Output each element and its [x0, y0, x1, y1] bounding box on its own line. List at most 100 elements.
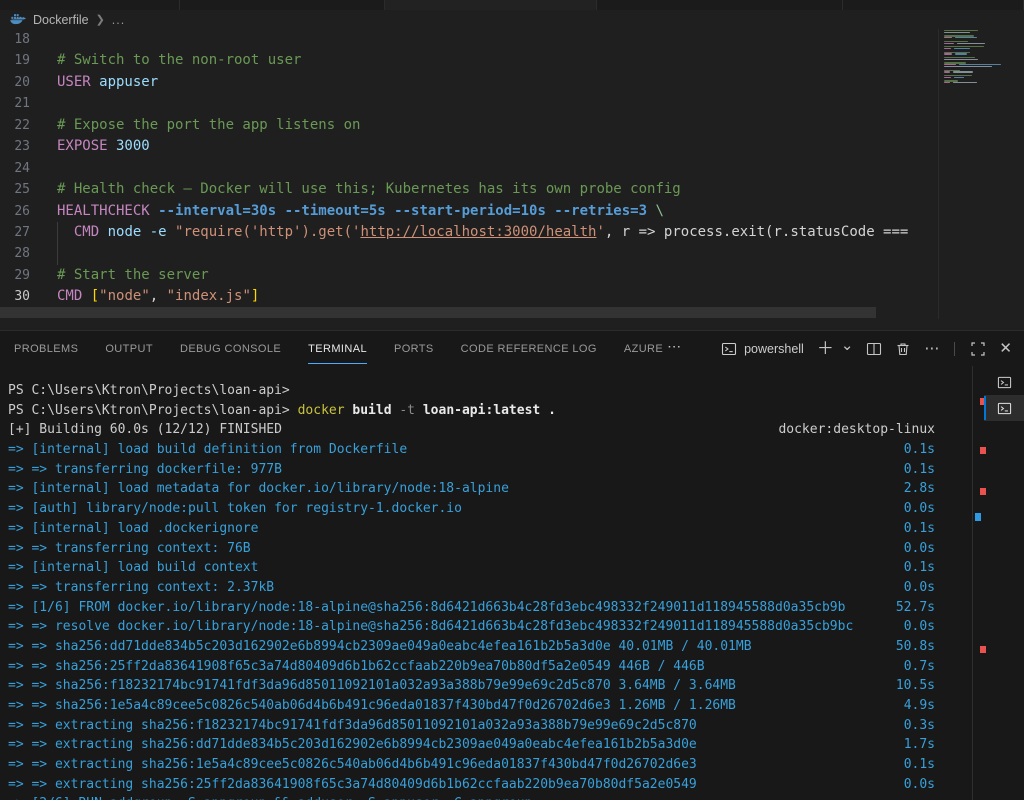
minimap[interactable] — [942, 30, 1024, 320]
editor-line[interactable]: 23EXPOSE 3000 — [0, 136, 938, 157]
maximize-panel-icon[interactable] — [970, 341, 986, 357]
panel-header: PROBLEMS OUTPUT DEBUG CONSOLE TERMINAL PORTS… — [0, 331, 1024, 366]
code-text: HEALTHCHECK --interval=30s --timeout=5s … — [57, 201, 664, 222]
editor-minimap-divider — [938, 29, 939, 319]
new-terminal-button[interactable]: ＋ — [817, 341, 834, 357]
minimap-line — [953, 71, 973, 72]
editor-line[interactable]: 26HEALTHCHECK --interval=30s --timeout=5… — [0, 201, 938, 222]
minimap-line — [944, 77, 951, 78]
terminal-row-duration: 0.3s — [904, 716, 935, 736]
terminal-row-duration: 0.1s — [904, 460, 935, 480]
editor-tab[interactable] — [180, 0, 385, 10]
panel-tab-ports[interactable]: PORTS — [394, 333, 434, 364]
terminal-shell-button[interactable]: powershell — [721, 341, 804, 357]
editor-line[interactable]: 29 # Start the server — [0, 265, 938, 286]
panel-more-actions-icon[interactable]: ⋯ — [924, 341, 939, 357]
divider — [954, 342, 955, 356]
line-number: 19 — [0, 50, 30, 71]
line-number: 22 — [0, 115, 30, 136]
panel-tab-code-reference-log[interactable]: CODE REFERENCE LOG — [461, 333, 597, 364]
line-number: 29 — [0, 265, 30, 286]
code-text: # Start the server — [57, 265, 209, 286]
terminal-row-text: => => sha256:25ff2da83641908f65c3a74d804… — [8, 657, 904, 677]
minimap-line — [944, 66, 992, 67]
scrollbar-thumb[interactable] — [0, 307, 876, 318]
terminal-segment: => [auth] library/node:pull token for re… — [8, 501, 462, 516]
editor-line[interactable]: 30CMD ["node", "index.js"] — [0, 286, 938, 307]
panel-tab-azure[interactable]: AZURE — [624, 333, 663, 364]
scrollbar-marker-blue — [975, 513, 981, 521]
terminal-session-item-active[interactable] — [984, 395, 1024, 421]
panel-tab-problems[interactable]: PROBLEMS — [14, 333, 78, 364]
terminal-segment: => => transferring dockerfile: 977B — [8, 462, 282, 477]
minimap-line — [957, 43, 985, 44]
breadcrumb-file[interactable]: Dockerfile — [33, 13, 89, 27]
terminal-row: => => sha256:25ff2da83641908f65c3a74d804… — [8, 657, 935, 677]
breadcrumb-more[interactable]: ... — [112, 13, 125, 27]
panel-tab-debug-console[interactable]: DEBUG CONSOLE — [180, 333, 281, 364]
code-text: CMD node -e "require('http').get('http:/… — [57, 222, 908, 243]
terminal-row-duration: 0.0s — [904, 499, 935, 519]
close-panel-icon[interactable]: ✕ — [999, 341, 1012, 357]
editor-tab-active[interactable] — [385, 0, 597, 10]
terminal-row: PS C:\Users\Ktron\Projects\loan-api> — [8, 381, 935, 401]
terminal-row-text: => => sha256:f18232174bc91741fdf3da96d85… — [8, 676, 896, 696]
terminal-row-text: => => sha256:dd71dde834b5c203d162902e6b8… — [8, 637, 896, 657]
panel-tab-output[interactable]: OUTPUT — [105, 333, 153, 364]
terminal-segment: => [internal] load metadata for docker.i… — [8, 481, 509, 496]
minimap-line — [944, 41, 968, 42]
code-segment: # Health check — Docker will use this; K… — [57, 181, 681, 197]
terminal-row: [+] Building 60.0s (12/12) FINISHEDdocke… — [8, 420, 935, 440]
terminal-row-text: => => sha256:1e5a4c89cee5c0826c540ab06d4… — [8, 696, 904, 716]
terminal-segment: -t — [392, 403, 415, 418]
terminal-row: => => extracting sha256:1e5a4c89cee5c082… — [8, 755, 935, 775]
kill-terminal-trash-icon[interactable] — [895, 341, 911, 357]
editor-tab[interactable] — [843, 0, 1024, 10]
code-segment: "node" — [99, 288, 150, 304]
code-segment: 3000 — [108, 138, 150, 154]
terminal-row-text: PS C:\Users\Ktron\Projects\loan-api> doc… — [8, 401, 935, 421]
code-text: # Expose the port the app listens on — [57, 115, 360, 136]
editor-line[interactable]: 21 — [0, 93, 938, 114]
more-panel-tabs-icon[interactable]: ⋯ — [667, 338, 681, 359]
terminal-session-item[interactable] — [984, 369, 1024, 395]
panel-tab-terminal[interactable]: TERMINAL — [308, 333, 367, 364]
code-text: # Switch to the non-root user — [57, 50, 301, 71]
terminal-output[interactable]: PS C:\Users\Ktron\Projects\loan-api> PS … — [8, 381, 935, 800]
minimap-line — [954, 77, 964, 78]
minimap-line — [944, 32, 970, 33]
editor-line[interactable]: 20USER appuser — [0, 72, 938, 93]
editor-line[interactable]: 22 # Expose the port the app listens on — [0, 115, 938, 136]
split-terminal-icon[interactable] — [866, 341, 882, 357]
line-number: 18 — [0, 29, 30, 50]
terminal-row-duration: 52.7s — [896, 598, 935, 618]
launch-profile-chevron-icon[interactable]: ⌄ — [841, 338, 854, 354]
code-segment: CMD — [74, 224, 99, 240]
terminal-segment: PS C:\Users\Ktron\Projects\loan-api> — [8, 383, 298, 398]
terminal-segment: => [internal] load build context — [8, 560, 258, 575]
terminal-sessions-list — [984, 369, 1024, 421]
editor-line[interactable]: 27 CMD node -e "require('http').get('htt… — [0, 222, 938, 243]
editor-line[interactable]: 28 — [0, 243, 938, 264]
code-text: EXPOSE 3000 — [57, 136, 150, 157]
terminal-row-text: => => extracting sha256:f18232174bc91741… — [8, 716, 904, 736]
terminal-row: => => extracting sha256:dd71dde834b5c203… — [8, 735, 935, 755]
editor-tab[interactable] — [0, 0, 180, 10]
editor-line[interactable]: 25# Health check — Docker will use this;… — [0, 179, 938, 200]
line-number: 24 — [0, 158, 30, 179]
terminal-segment: => => transferring context: 2.37kB — [8, 580, 274, 595]
terminal-segment: => => transferring context: 76B — [8, 541, 251, 556]
editor-horizontal-scrollbar[interactable] — [0, 307, 938, 318]
editor-tab[interactable] — [597, 0, 843, 10]
editor[interactable]: 1819 # Switch to the non-root user20USER … — [0, 29, 938, 319]
code-segment: "index.js" — [167, 288, 251, 304]
terminal-segment: => => extracting sha256:f18232174bc91741… — [8, 718, 697, 733]
terminal-row-text: => [internal] load build context — [8, 558, 904, 578]
editor-line[interactable]: 18 — [0, 29, 938, 50]
code-text: # Health check — Docker will use this; K… — [57, 179, 681, 200]
terminal-segment: => [1/6] FROM docker.io/library/node:18-… — [8, 600, 845, 615]
editor-line[interactable]: 24 — [0, 158, 938, 179]
terminal-row-duration: 0.0s — [904, 617, 935, 637]
editor-line[interactable]: 19 # Switch to the non-root user — [0, 50, 938, 71]
terminal-row: => [internal] load build definition from… — [8, 440, 935, 460]
